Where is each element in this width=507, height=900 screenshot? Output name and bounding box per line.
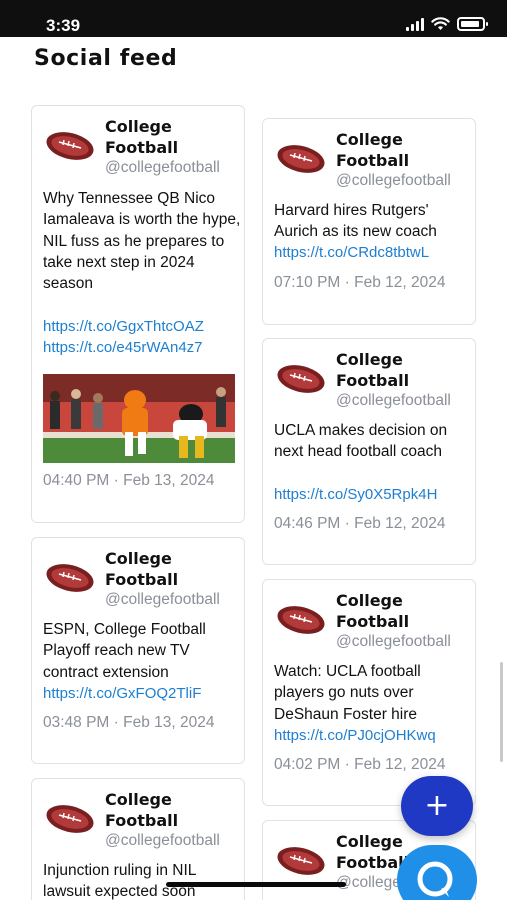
battery-icon [457,17,488,31]
post-link[interactable]: https://t.co/PJ0cjOHKwq [274,725,436,746]
post-link[interactable]: https://t.co/CRdc8tbtwL [274,242,429,263]
post-header: College Football @collegefootball [263,339,475,413]
post-text: UCLA makes decision on next head footbal… [274,422,448,461]
post-image[interactable] [43,374,235,463]
post-header: College Football @collegefootball [32,106,244,180]
post-link[interactable]: https://t.co/Sy0X5Rpk4H [274,484,437,505]
plus-icon: + [424,788,450,823]
post-card[interactable]: College Football @collegefootball ESPN, … [31,537,245,764]
post-timestamp: 03:48 PM · Feb 13, 2024 [43,714,215,731]
post-text: Harvard hires Rutgers' Aurich as its new… [274,202,437,241]
post-card[interactable]: College Football @collegefootball Watch:… [262,579,476,806]
football-logo-icon [46,805,94,833]
football-action-photo [43,374,235,463]
post-header: College Football @collegefootball [263,119,475,193]
chat-button[interactable] [397,845,477,900]
author-name: College Football [336,350,410,390]
author-handle[interactable]: @collegefootball [105,591,220,609]
football-logo-icon [277,606,325,634]
football-logo-icon [46,132,94,160]
author-handle[interactable]: @collegefootball [105,832,220,850]
post-timestamp: 07:10 PM · Feb 12, 2024 [274,274,446,291]
post-text: Why Tennessee QB Nico Iamaleava is worth… [43,190,241,293]
author-handle[interactable]: @collegefootball [336,633,451,651]
chat-bubble-icon [417,861,453,897]
post-link[interactable]: https://t.co/GgxThtcOAZ [43,316,204,337]
post-link[interactable]: https://t.co/e45rWAn4z7 [43,337,203,358]
author-handle[interactable]: @collegefootball [336,172,451,190]
post-header: College Football @collegefootball [32,779,244,853]
author-name: College Football [105,117,179,157]
post-timestamp: 04:40 PM · Feb 13, 2024 [43,472,215,489]
author-handle[interactable]: @collegefootball [105,159,220,177]
post-text: Injunction ruling in NIL lawsuit expecte… [43,862,196,900]
post-text: ESPN, College Football Playoff reach new… [43,621,206,681]
wifi-icon [431,17,450,30]
post-link[interactable]: https://t.co/GxFOQ2TliF [43,683,201,704]
author-handle[interactable]: @collegefootball [336,392,451,410]
football-logo-icon [46,564,94,592]
page-title: Social feed [34,46,178,71]
post-card[interactable]: College Football @collegefootball UCLA m… [262,338,476,565]
status-bar: 3:39 [0,0,507,37]
post-header: College Football @collegefootball [263,580,475,654]
author-name: College Football [336,130,410,170]
post-text: Watch: UCLA football players go nuts ove… [274,663,421,723]
author-name: College Football [336,591,410,631]
post-card[interactable]: College Football @collegefootball Why Te… [31,105,245,523]
status-time: 3:39 [46,16,81,35]
author-name: College Football [105,790,179,830]
football-logo-icon [277,847,325,875]
status-icons [406,17,488,31]
football-logo-icon [277,145,325,173]
author-name: College Football [105,549,179,589]
scrollbar-thumb[interactable] [500,662,503,762]
add-post-button[interactable]: + [401,776,473,836]
post-timestamp: 04:46 PM · Feb 12, 2024 [274,515,446,532]
post-timestamp: 04:02 PM · Feb 12, 2024 [274,756,446,773]
post-card[interactable]: College Football @collegefootball Harvar… [262,118,476,325]
football-logo-icon [277,365,325,393]
cellular-signal-icon [406,17,424,31]
post-header: College Football @collegefootball [32,538,244,612]
home-indicator[interactable] [166,882,346,887]
